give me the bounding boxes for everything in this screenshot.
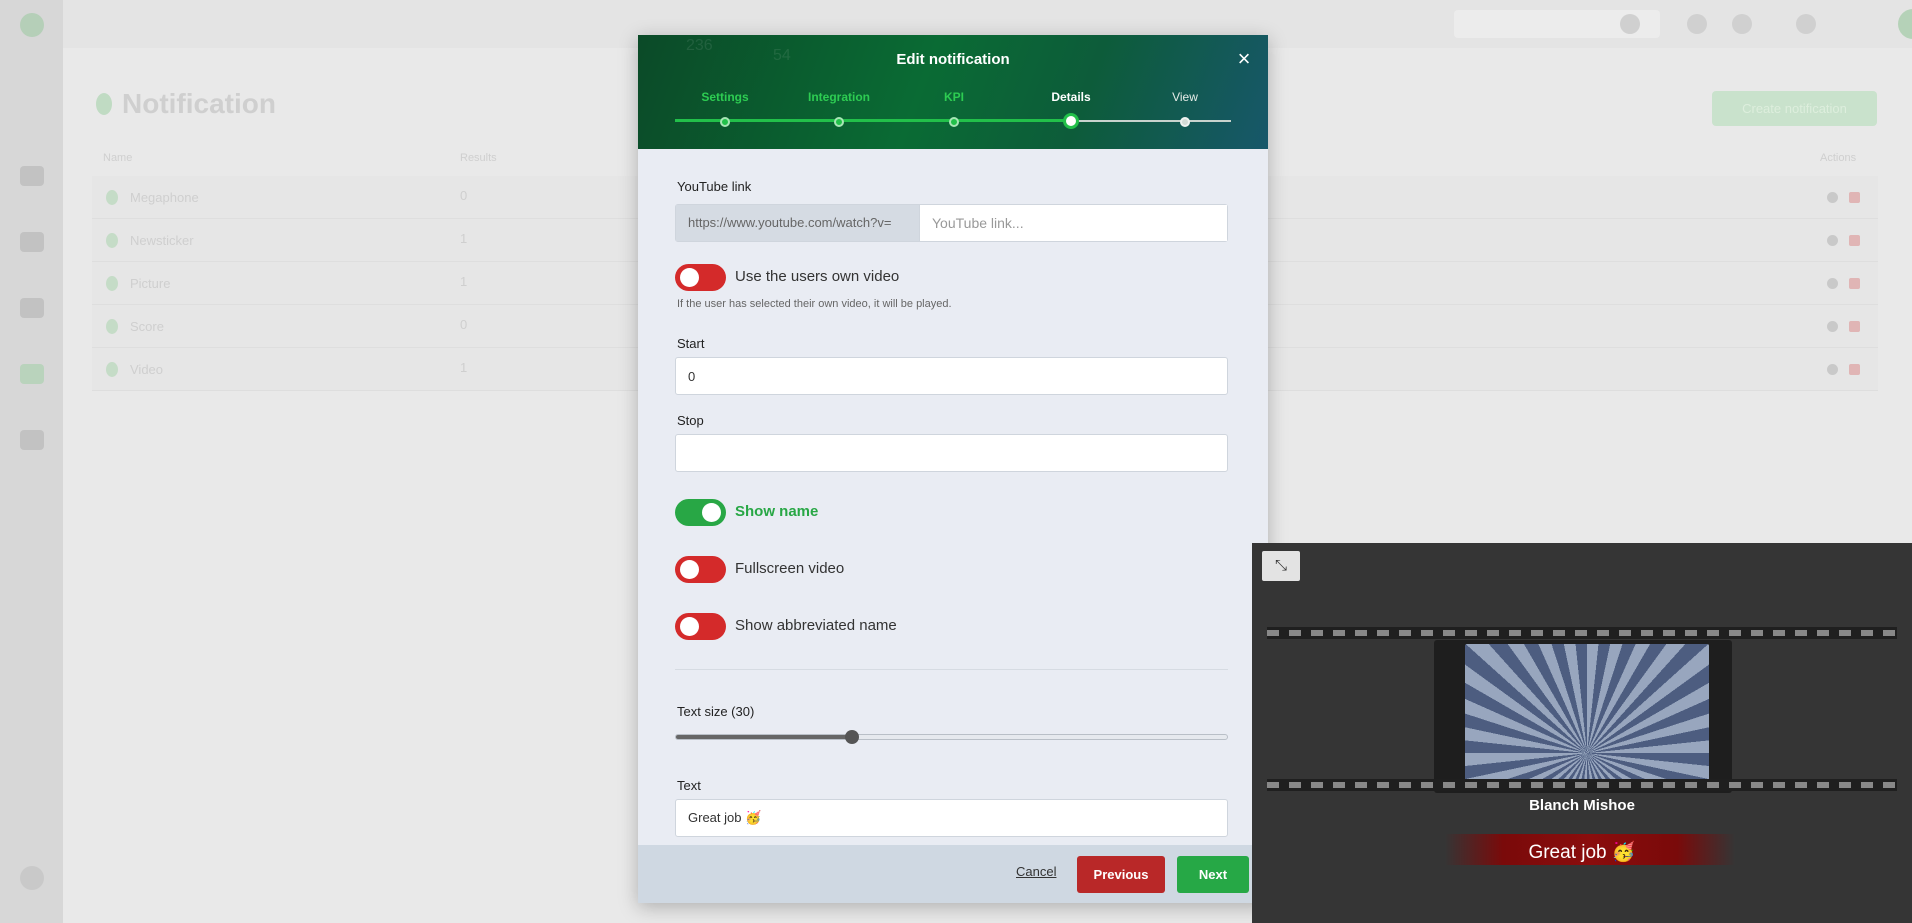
close-icon[interactable]: × [1234,48,1254,70]
trophy-icon[interactable] [20,298,44,318]
toggle-knob [680,268,699,287]
show-name-label: Show name [735,503,819,520]
stepper-track [1071,120,1231,122]
toggle-icon[interactable] [1620,14,1640,34]
cancel-button[interactable]: Cancel [1016,864,1056,879]
drop-icon [106,319,118,334]
preview-user-name: Blanch Mishoe [1529,797,1635,814]
start-input[interactable] [675,357,1228,395]
modal-title: Edit notification [896,51,1010,68]
step-dot [949,117,959,127]
abbreviated-name-label: Show abbreviated name [735,617,897,634]
app-sidebar [0,0,63,923]
display-icon[interactable] [20,232,44,252]
divider [675,669,1228,670]
film-strip-bottom [1267,779,1897,791]
slider-fill [676,735,853,739]
column-header-name: Name [103,152,133,164]
slider-thumb[interactable] [845,730,860,744]
delete-icon[interactable] [1849,321,1860,332]
step-view[interactable]: View [1135,90,1235,127]
start-label: Start [677,336,705,351]
stop-label: Stop [677,413,704,428]
youtube-url-prefix: https://www.youtube.com/watch?v= [676,205,920,241]
youtube-link-label: YouTube link [677,179,752,194]
abbreviated-name-toggle[interactable] [675,613,726,640]
tools-icon[interactable] [1796,14,1816,34]
avatar[interactable] [1898,9,1912,39]
own-video-label: Use the users own video [735,268,900,285]
step-dot [720,117,730,127]
youtube-link-input[interactable] [920,205,1227,241]
edit-icon[interactable] [1827,364,1838,375]
column-header-results: Results [460,152,497,164]
toggle-knob [680,617,699,636]
show-name-toggle[interactable] [675,499,726,526]
toggle-knob [702,503,721,522]
next-button[interactable]: Next [1177,856,1249,893]
text-size-label: Text size (30) [677,704,755,719]
notification-preview: ⤡ Blanch Mishoe Great job 🥳 [1252,543,1912,923]
stop-input[interactable] [675,434,1228,472]
step-integration[interactable]: Integration [789,90,889,127]
delete-icon[interactable] [1849,278,1860,289]
delete-icon[interactable] [1849,192,1860,203]
edit-icon[interactable] [1827,321,1838,332]
youtube-link-group: https://www.youtube.com/watch?v= [675,204,1228,242]
previous-button[interactable]: Previous [1077,856,1165,893]
text-label: Text [677,778,701,793]
fullscreen-toggle[interactable] [675,556,726,583]
preview-text: Great job 🥳 [1528,842,1636,863]
drop-icon [106,276,118,291]
edit-notification-modal: 236 54 Edit notification × Settings Inte… [638,35,1268,903]
notification-icon[interactable] [20,364,44,384]
step-details[interactable]: Details [1021,90,1121,129]
rocket-icon[interactable] [1687,14,1707,34]
step-settings[interactable]: Settings [675,90,775,127]
column-header-actions: Actions [1820,152,1857,164]
screen-icon[interactable] [20,430,44,450]
modal-footer: Cancel Previous Next [638,845,1268,903]
video-thumbnail [1465,644,1709,784]
help-icon[interactable] [1732,14,1752,34]
text-size-slider[interactable] [675,730,1228,744]
drop-icon [106,362,118,377]
step-kpi[interactable]: KPI [904,90,1004,127]
toggle-knob [680,560,699,579]
text-input[interactable] [675,799,1228,837]
edit-icon[interactable] [1827,192,1838,203]
edit-icon[interactable] [1827,278,1838,289]
edit-icon[interactable] [1827,235,1838,246]
logo-icon[interactable] [20,13,44,37]
film-strip-top [1267,627,1897,639]
modal-body: YouTube link https://www.youtube.com/wat… [638,149,1268,845]
drop-icon [106,233,118,248]
stepper-progress [675,119,1071,122]
drop-icon [96,93,112,115]
drop-icon [106,190,118,205]
step-dot [834,117,844,127]
stepper: Settings Integration KPI Details View [675,90,1231,130]
step-dot [1063,113,1079,129]
page-title: Notification [96,88,276,120]
modal-header: 236 54 Edit notification × Settings Inte… [638,35,1268,149]
own-video-toggle[interactable] [675,264,726,291]
delete-icon[interactable] [1849,364,1860,375]
minimize-icon[interactable]: ⤡ [1262,551,1300,581]
create-notification-button[interactable]: Create notification [1712,91,1877,126]
step-dot [1180,117,1190,127]
delete-icon[interactable] [1849,235,1860,246]
own-video-hint: If the user has selected their own video… [677,298,952,310]
fullscreen-label: Fullscreen video [735,560,845,577]
dashboard-icon[interactable] [20,166,44,186]
settings-icon[interactable] [20,866,44,890]
